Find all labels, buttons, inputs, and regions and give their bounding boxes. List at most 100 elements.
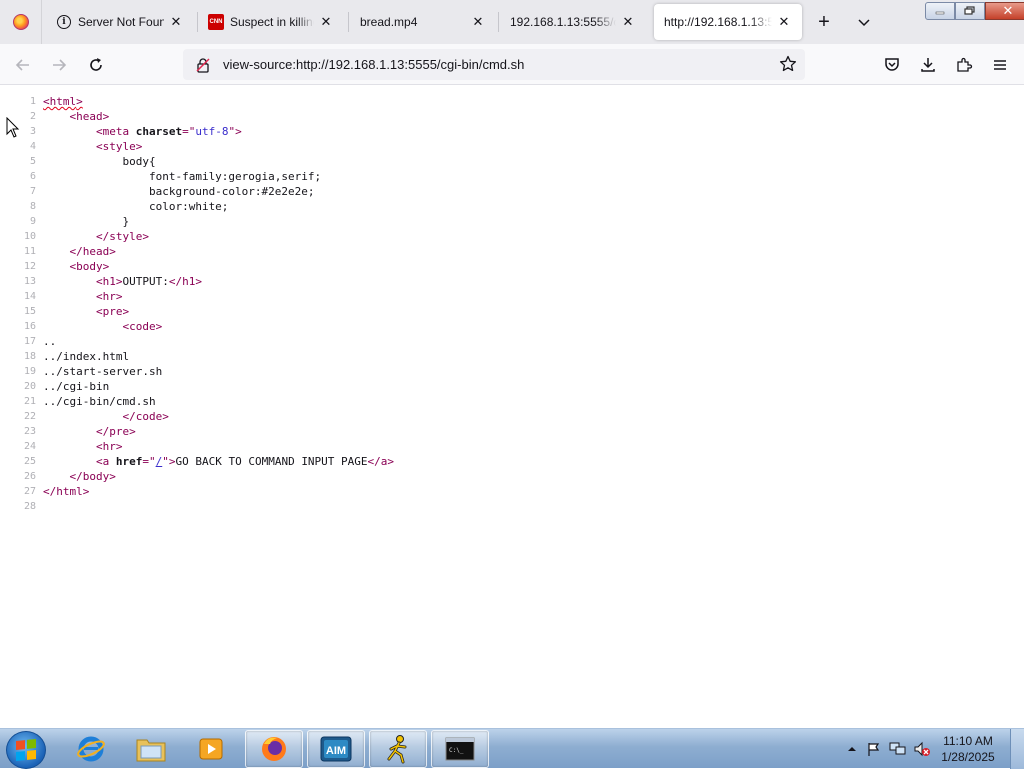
line-number: 17	[23, 336, 36, 347]
tab-close-icon[interactable]: ✕	[620, 14, 636, 30]
line-code: </html>	[43, 485, 90, 498]
extensions-button[interactable]	[951, 52, 977, 78]
network-button[interactable]	[889, 741, 907, 757]
source-line: 28	[0, 499, 1024, 514]
source-line: 9 }	[0, 214, 1024, 229]
minimize-button[interactable]	[925, 2, 955, 20]
close-window-button[interactable]: ✕	[985, 2, 1024, 20]
reload-button[interactable]	[83, 52, 109, 78]
volume-button[interactable]	[913, 741, 931, 757]
line-number: 28	[23, 501, 36, 512]
tab-bread-mp4[interactable]: bread.mp4 ✕	[350, 4, 496, 40]
taskbar-internet-explorer[interactable]	[62, 730, 120, 768]
pocket-button[interactable]	[879, 52, 905, 78]
source-line: 7 background-color:#2e2e2e;	[0, 184, 1024, 199]
tab-active-cmd-sh[interactable]: http://192.168.1.13:55 ✕	[654, 4, 802, 40]
source-line: 8 color:white;	[0, 199, 1024, 214]
lock-warning-icon	[196, 57, 210, 73]
line-code: </pre>	[95, 425, 136, 438]
windows-logo-icon	[16, 738, 36, 762]
line-code: <meta charset="utf-8">	[95, 125, 242, 138]
url-bar[interactable]: view-source:http://192.168.1.13:5555/cgi…	[183, 49, 805, 80]
restore-button[interactable]	[955, 2, 985, 20]
line-code: <html>	[43, 95, 83, 108]
view-source-content[interactable]: 1 <html> 2 <head> 3 <meta charset="utf-8"> 4…	[0, 86, 1024, 728]
tab-suspect-in-killing[interactable]: CNN Suspect in killing of ✕	[198, 4, 344, 40]
source-line: 22 </code>	[0, 409, 1024, 424]
line-number: 23	[23, 426, 36, 437]
line-code: color:white;	[43, 200, 229, 213]
line-code: <hr>	[95, 440, 123, 453]
tab-cgi-bin[interactable]: 192.168.1.13:5555/cgi- ✕	[500, 4, 646, 40]
hamburger-menu-icon	[994, 60, 1006, 70]
tab-close-icon[interactable]: ✕	[470, 14, 486, 30]
line-number: 20	[23, 381, 36, 392]
taskbar-firefox[interactable]	[245, 730, 303, 768]
bookmark-button[interactable]	[779, 55, 797, 78]
taskbar-media-player[interactable]	[182, 730, 240, 768]
start-button[interactable]	[6, 731, 46, 769]
list-all-tabs-button[interactable]	[852, 10, 876, 34]
tab-strip: i Server Not Found ✕ CNN Suspect in kill…	[0, 0, 1024, 44]
back-button[interactable]	[10, 52, 36, 78]
source-line: 14 <hr>	[0, 289, 1024, 304]
firefox-view-button[interactable]	[0, 0, 42, 44]
line-code: ../start-server.sh	[43, 365, 163, 378]
line-code: background-color:#2e2e2e;	[43, 185, 315, 198]
tab-label: Suspect in killing of	[230, 15, 314, 29]
tab-label: Server Not Found	[78, 15, 164, 29]
source-line: 27 </html>	[0, 484, 1024, 499]
source-line: 23 </pre>	[0, 424, 1024, 439]
line-number: 8	[29, 201, 36, 212]
puzzle-icon	[957, 57, 973, 72]
source-line: 25 <a href="/">GO BACK TO COMMAND INPUT …	[0, 454, 1024, 469]
new-tab-button[interactable]: +	[812, 10, 836, 34]
line-code: <a href="/">GO BACK TO COMMAND INPUT PAG…	[95, 455, 395, 468]
line-number: 22	[23, 411, 36, 422]
source-line: 10 </style>	[0, 229, 1024, 244]
source-line: 1 <html>	[0, 94, 1024, 109]
tab-close-icon[interactable]: ✕	[168, 14, 184, 30]
media-player-icon	[199, 738, 223, 760]
app-menu-button[interactable]	[987, 52, 1013, 78]
clock[interactable]: 11:10 AM 1/28/2025	[938, 733, 998, 765]
action-center-button[interactable]	[865, 741, 883, 757]
forward-button[interactable]	[46, 52, 72, 78]
line-number: 15	[23, 306, 36, 317]
taskbar-aim[interactable]: AIM	[307, 730, 365, 768]
line-number: 11	[23, 246, 36, 257]
tab-close-icon[interactable]: ✕	[318, 14, 334, 30]
source-line: 18 ../index.html	[0, 349, 1024, 364]
line-code: </body>	[69, 470, 116, 483]
internet-explorer-icon	[77, 736, 105, 762]
line-code: ../cgi-bin/cmd.sh	[43, 395, 156, 408]
reload-icon	[90, 58, 102, 71]
line-number: 26	[23, 471, 36, 482]
tab-separator	[498, 12, 499, 32]
taskbar-aim-runner[interactable]	[369, 730, 427, 768]
line-code: font-family:gerogia,serif;	[43, 170, 322, 183]
site-info-button[interactable]	[189, 57, 217, 73]
taskbar-command-prompt[interactable]: C:\_	[431, 730, 489, 768]
line-number: 4	[29, 141, 36, 152]
firefox-logo-icon	[12, 14, 29, 30]
svg-text:AIM: AIM	[326, 745, 346, 757]
line-code: <head>	[69, 110, 110, 123]
source-line: 12 <body>	[0, 259, 1024, 274]
back-arrow-icon	[15, 59, 29, 71]
window-controls: ✕	[925, 2, 1024, 20]
mouse-cursor-icon	[6, 117, 20, 138]
taskbar-windows-explorer[interactable]	[122, 730, 180, 768]
tab-close-icon[interactable]: ✕	[776, 14, 792, 30]
downloads-button[interactable]	[915, 52, 941, 78]
line-code: <h1>OUTPUT:</h1>	[95, 275, 202, 288]
tab-server-not-found[interactable]: i Server Not Found ✕	[46, 4, 194, 40]
line-code: ../cgi-bin	[43, 380, 110, 393]
source-line: 3 <meta charset="utf-8">	[0, 124, 1024, 139]
navigation-toolbar: view-source:http://192.168.1.13:5555/cgi…	[0, 44, 1024, 85]
source-line: 2 <head>	[0, 109, 1024, 124]
show-desktop-button[interactable]	[1010, 729, 1024, 769]
line-code: body{	[43, 155, 156, 168]
show-hidden-icons-button[interactable]	[843, 741, 861, 757]
line-code: ../index.html	[43, 350, 130, 363]
